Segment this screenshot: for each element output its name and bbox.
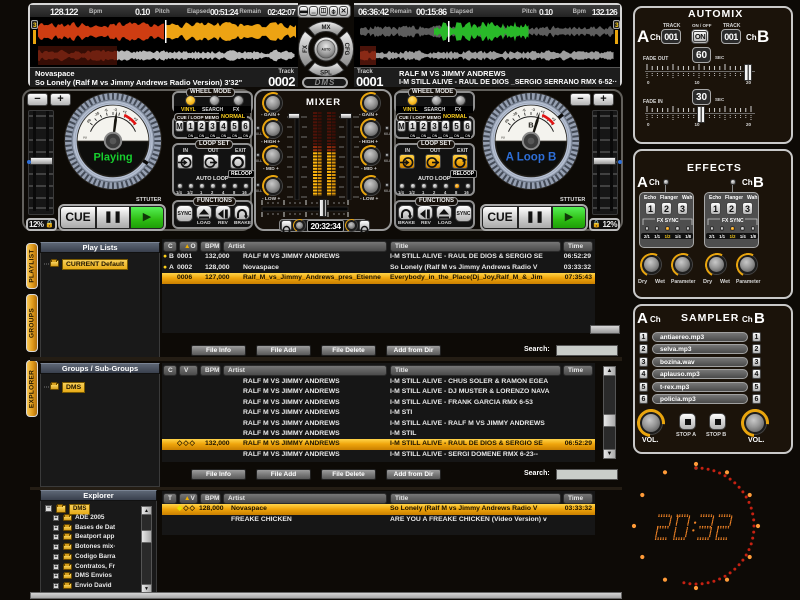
svg-text:FX: FX (303, 45, 309, 53)
svg-text:CFG: CFG (343, 43, 349, 56)
svg-text:Playing: Playing (93, 152, 132, 164)
svg-text:0: 0 (647, 80, 650, 84)
svg-text:AUTO: AUTO (322, 48, 331, 52)
svg-text:-3: -3 (113, 108, 116, 112)
svg-text:0: 0 (647, 122, 650, 126)
svg-text:vu: vu (83, 136, 87, 140)
svg-text:20: 20 (746, 122, 752, 126)
svg-text:A Loop B: A Loop B (506, 152, 557, 164)
svg-text:SPL: SPL (320, 71, 332, 77)
svg-text:B: B (528, 121, 534, 130)
svg-text:vu: vu (501, 136, 505, 140)
svg-text:10: 10 (694, 80, 700, 84)
svg-text:-3: -3 (531, 108, 534, 112)
svg-text:MX: MX (322, 25, 331, 31)
